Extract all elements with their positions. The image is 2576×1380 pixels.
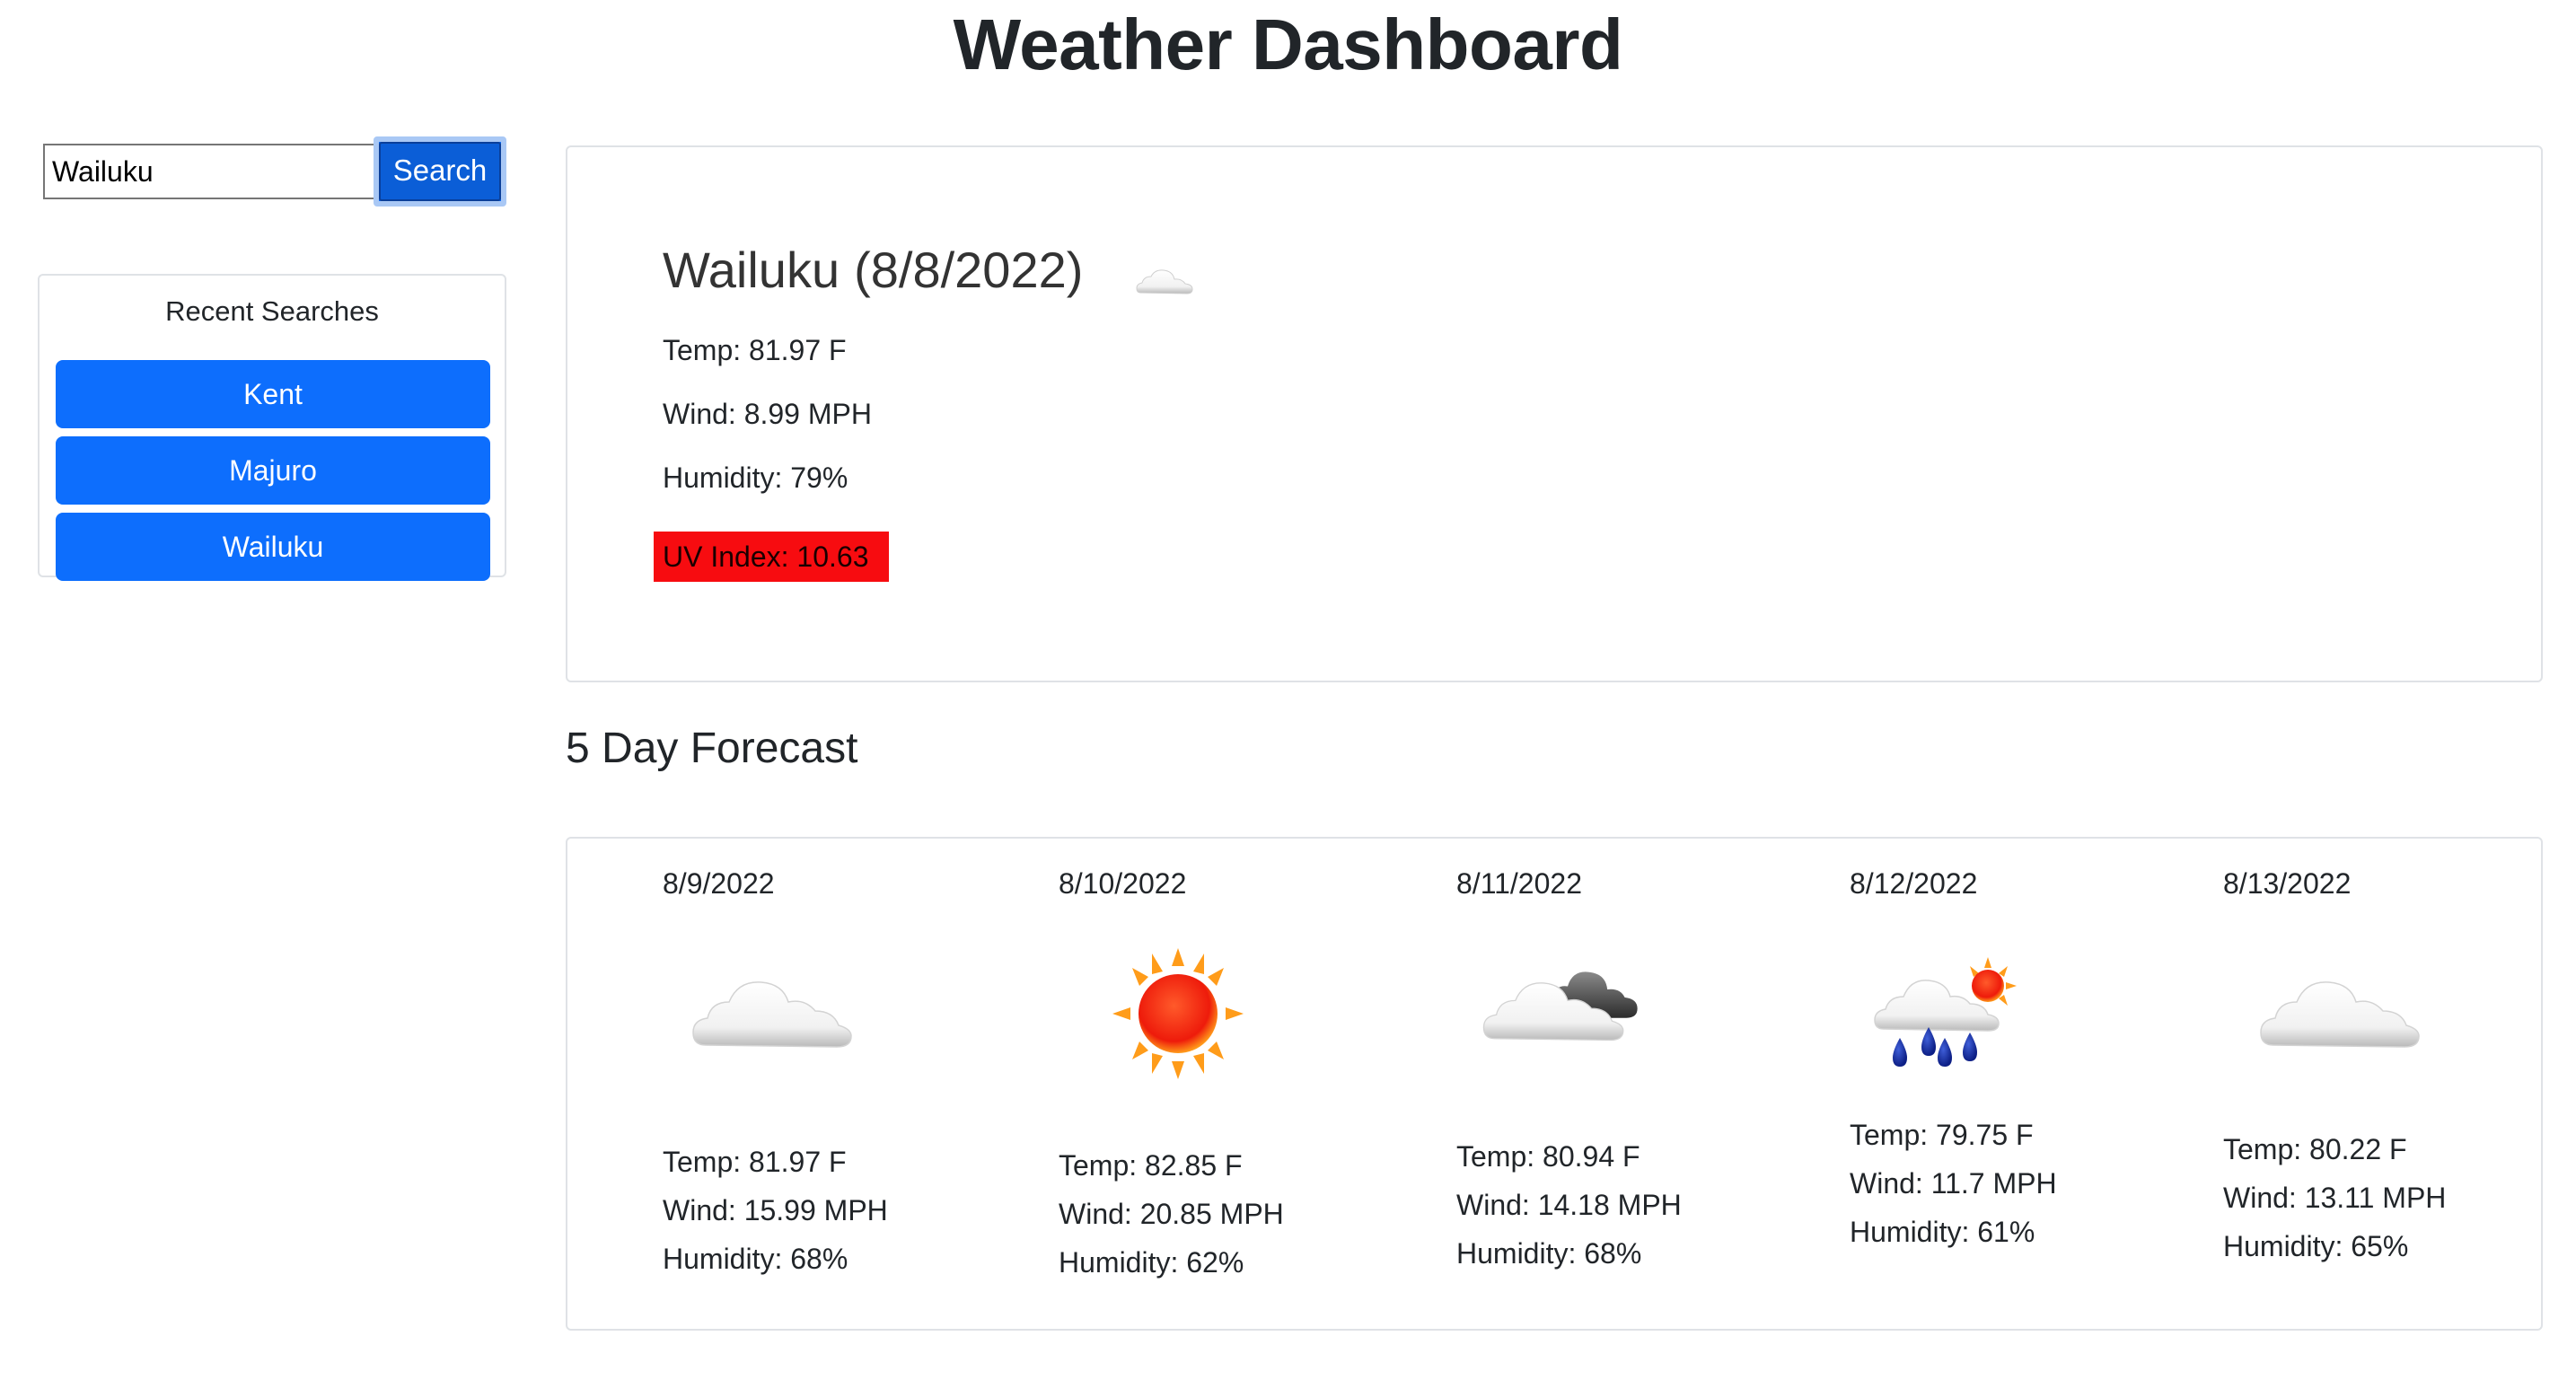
forecast-temp: Temp: 82.85 F [1059,1149,1243,1182]
forecast-date: 8/13/2022 [2223,867,2352,900]
cloud-icon [2260,981,2420,1048]
forecast-humidity: Humidity: 68% [663,1243,848,1275]
forecast-humidity: Humidity: 65% [2223,1230,2409,1262]
forecast-wind: Wind: 11.7 MPH [1850,1167,2057,1200]
rain-sun-icon [1874,957,2017,1067]
current-weather-heading: Wailuku (8/8/2022) [663,241,1083,299]
current-date: (8/8/2022) [854,242,1084,298]
forecast-humidity: Humidity: 61% [1850,1216,2035,1248]
uv-index-badge: UV Index: 10.63 [654,532,889,582]
forecast-wind: Wind: 20.85 MPH [1059,1198,1284,1230]
search-button-label: Search [379,142,501,201]
forecast-temp: Temp: 80.94 F [1456,1140,1640,1173]
search-input[interactable] [43,144,377,199]
forecast-day-4: 8/12/2022 Temp: 79.75 F Wind: 11.7 MPH H… [1850,839,2209,1329]
forecast-wind: Wind: 15.99 MPH [663,1194,888,1226]
forecast-day-5: 8/13/2022 Temp: 80.22 F Wind: 13.11 MPH … [2223,839,2576,1329]
forecast-wind: Wind: 13.11 MPH [2223,1182,2447,1214]
forecast-temp: Temp: 79.75 F [1850,1119,2034,1151]
current-weather-card: Wailuku (8/8/2022) Temp: 81.97 F Wind: 8.… [566,145,2543,682]
broken-clouds-icon [1482,971,1638,1042]
forecast-wind: Wind: 14.18 MPH [1456,1189,1682,1221]
forecast-humidity: Humidity: 68% [1456,1237,1642,1270]
recent-search-button-wailuku[interactable]: Wailuku [56,513,490,581]
forecast-heading: 5 Day Forecast [566,725,858,772]
forecast-day-3: 8/11/2022 Temp: 80.94 F Wind: 14.18 MPH … [1456,839,1816,1329]
recent-searches-card: Recent Searches Kent Majuro Wailuku [38,274,506,581]
forecast-card: 8/9/2022 Temp: 81.97 F Wind: 15.99 MPH H… [566,837,2543,1331]
forecast-temp: Temp: 80.22 F [2223,1133,2407,1165]
page-title: Weather Dashboard [953,4,1623,84]
recent-search-button-majuro[interactable]: Majuro [56,436,490,505]
current-city: Wailuku [663,242,840,298]
current-temp: Temp: 81.97 F [663,334,847,366]
forecast-day-2: 8/10/2022 Temp: 82.85 F Wind: 20.85 MPH … [1059,839,1418,1329]
cloud-icon [1136,269,1193,294]
search-button[interactable]: Search [374,136,506,207]
current-wind: Wind: 8.99 MPH [663,398,872,430]
recent-searches-title: Recent Searches [165,295,379,327]
current-humidity: Humidity: 79% [663,461,848,494]
forecast-date: 8/11/2022 [1456,867,1582,900]
cloud-icon [692,981,852,1048]
forecast-date: 8/9/2022 [663,867,775,900]
sun-icon [1112,948,1244,1079]
recent-search-button-kent[interactable]: Kent [56,360,490,428]
forecast-humidity: Humidity: 62% [1059,1246,1244,1279]
forecast-date: 8/12/2022 [1850,867,1978,900]
forecast-day-1: 8/9/2022 Temp: 81.97 F Wind: 15.99 MPH H… [663,839,1022,1329]
forecast-date: 8/10/2022 [1059,867,1187,900]
forecast-temp: Temp: 81.97 F [663,1146,847,1178]
